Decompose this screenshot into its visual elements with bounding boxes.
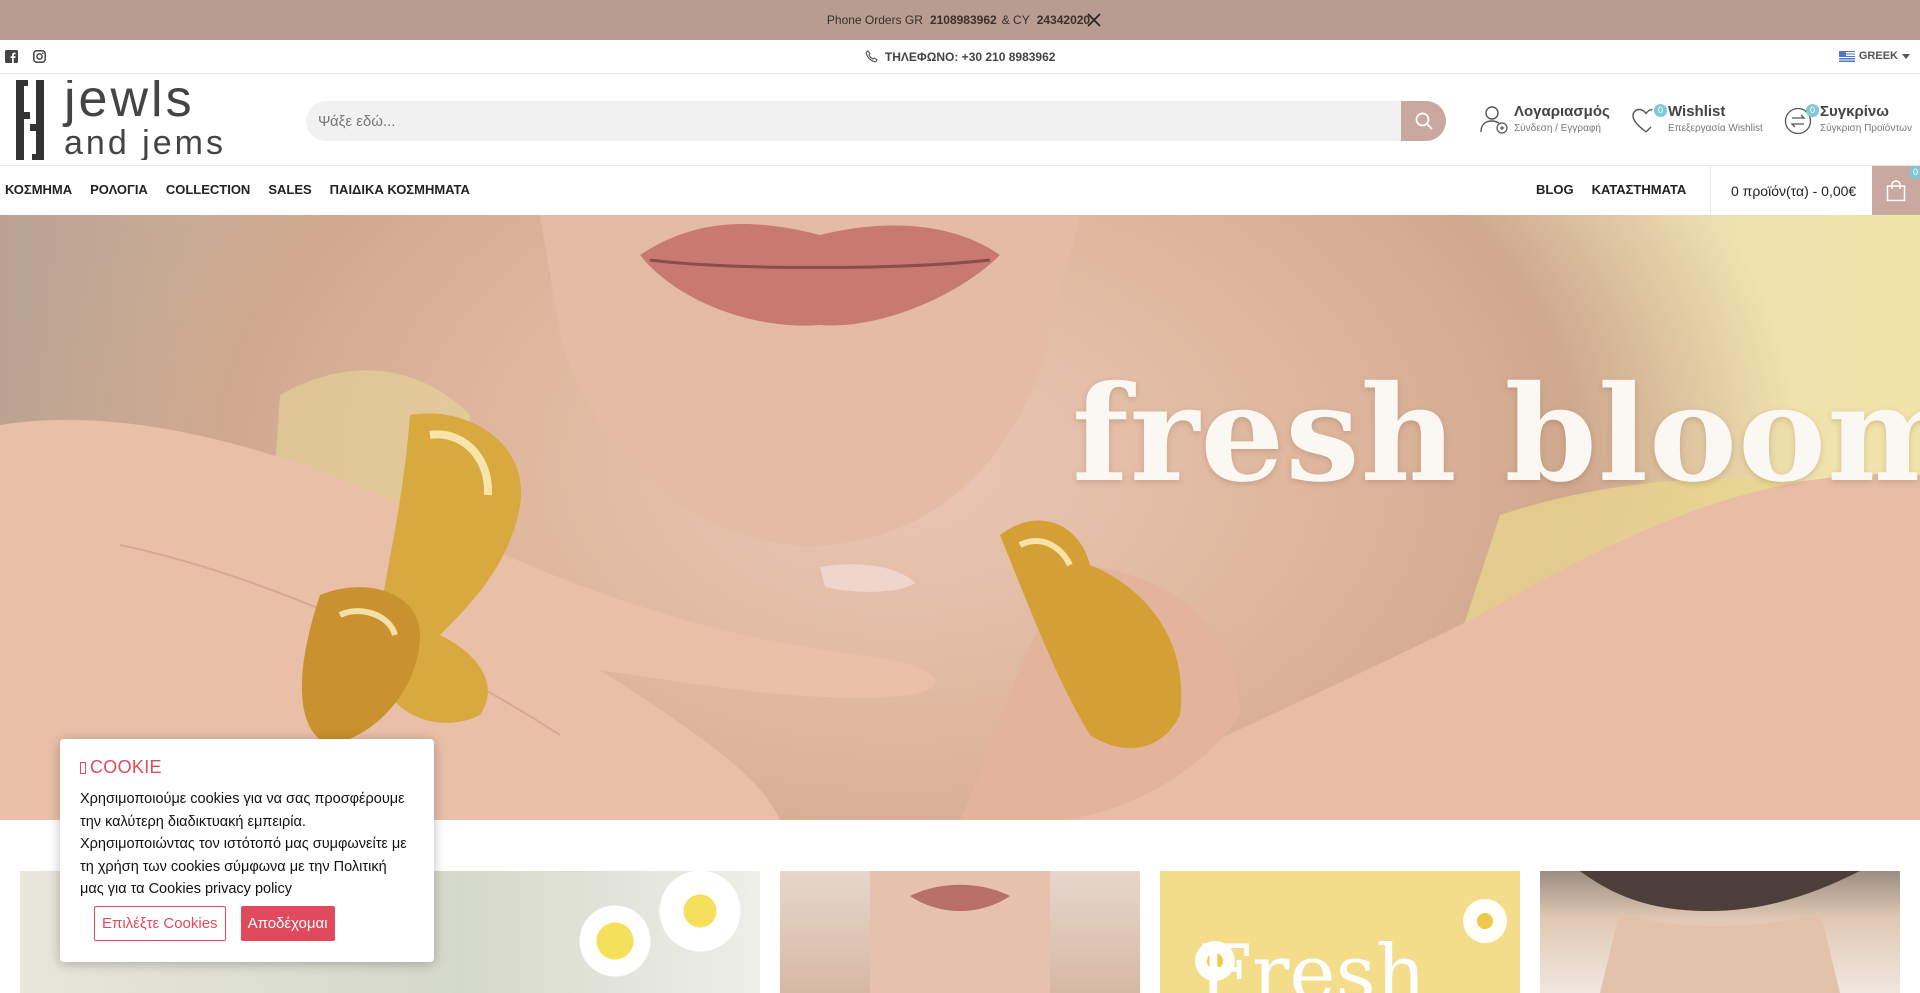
greek-flag-icon	[1838, 50, 1855, 62]
search-bar	[306, 101, 1446, 141]
cart-summary[interactable]: 0 προϊόν(τα) - 0,00€ 0	[1710, 166, 1920, 215]
account-subtitle: Σύνδεση / Εγγραφή	[1514, 123, 1601, 134]
caret-down-icon	[1902, 53, 1910, 59]
cart-total: 0 προϊόν(τα) - 0,00€	[1731, 182, 1857, 199]
choose-cookies-button[interactable]: Επιλέξτε Cookies	[94, 906, 226, 941]
compare-count-badge: 0	[1806, 104, 1819, 117]
nav-item-collection[interactable]: COLLECTION	[166, 182, 251, 197]
wishlist-count-badge: 0	[1654, 104, 1667, 117]
wishlist-link[interactable]: 0 Wishlist Επεξεργασία Wishlist	[1632, 104, 1763, 134]
logo-line1: jewls	[62, 80, 195, 128]
nav-item-blog[interactable]: BLOG	[1536, 182, 1574, 197]
hero-title: fresh blooms	[1072, 357, 1920, 512]
hero-illustration	[0, 215, 1920, 820]
close-icon[interactable]	[1086, 12, 1102, 28]
cookie-title: COOKIE	[90, 757, 162, 777]
collection-tile-4[interactable]	[1540, 871, 1900, 993]
account-title: Λογαριασμός	[1514, 103, 1610, 120]
phone-label: ΤΗΛΕΦΩΝΟ: +30 210 8983962	[884, 50, 1056, 64]
hero-banner[interactable]: fresh blooms	[0, 215, 1920, 820]
nav-right: BLOG ΚΑΤΑΣΤΗΜΑΤΑ	[1536, 182, 1686, 197]
collection-tile-2[interactable]	[780, 871, 1140, 993]
wishlist-subtitle: Επεξεργασία Wishlist	[1668, 123, 1763, 134]
promo-prefix: Phone Orders GR	[826, 13, 923, 27]
compare-subtitle: Σύγκριση Προϊόντων	[1820, 123, 1912, 134]
promo-bar: Phone Orders GR 2108983962 & CY 24342020	[0, 0, 1920, 40]
nav-item-jewelry[interactable]: ΚΟΣΜΗΜΑ	[5, 182, 72, 197]
promo-mid: & CY	[1001, 13, 1030, 27]
site-header: jewls and jems Λογαριασμός Σύνδεση / Εγγ…	[0, 74, 1920, 166]
search-input[interactable]	[306, 112, 1386, 130]
nav-item-kids-jewelry[interactable]: ΠΑΙΔΙΚΑ ΚΟΣΜΗΜΑΤΑ	[330, 182, 470, 197]
collection-tile-3[interactable]: Fresh	[1160, 871, 1520, 993]
nav-left: ΚΟΣΜΗΜΑ ΡΟΛΟΓΙΑ COLLECTION SALES ΠΑΙΔΙΚΑ…	[5, 182, 470, 197]
account-link[interactable]: Λογαριασμός Σύνδεση / Εγγραφή	[1480, 104, 1610, 134]
phone-info: ΤΗΛΕΦΩΝΟ: +30 210 8983962	[0, 50, 1920, 64]
tile-2-image	[870, 871, 1050, 993]
language-label: GREEK	[1858, 50, 1898, 62]
site-logo[interactable]: jewls and jems	[16, 80, 246, 160]
user-icon	[1480, 106, 1508, 134]
language-selector[interactable]: GREEK	[1838, 50, 1910, 62]
cookie-text: Χρησιμοποιούμε cookies για να σας προσφέ…	[80, 791, 407, 897]
nav-item-stores[interactable]: ΚΑΤΑΣΤΗΜΑΤΑ	[1592, 182, 1687, 197]
cart-count-badge: 0	[1909, 166, 1920, 179]
search-button[interactable]	[1401, 101, 1446, 141]
compare-link[interactable]: 0 Συγκρίνω Σύγκριση Προϊόντων	[1784, 103, 1912, 135]
promo-cy-number: 24342020	[1036, 13, 1091, 27]
cart-button[interactable]: 0	[1872, 166, 1920, 215]
nav-item-sales[interactable]: SALES	[268, 182, 311, 197]
compare-title: Συγκρίνω	[1820, 103, 1889, 120]
nav-item-watches[interactable]: ΡΟΛΟΓΙΑ	[90, 182, 148, 197]
utility-bar: ΤΗΛΕΦΩΝΟ: +30 210 8983962 GREEK	[0, 40, 1920, 74]
search-icon	[1415, 112, 1433, 130]
cookie-icon	[80, 761, 86, 774]
accept-cookies-button[interactable]: Αποδέχομαι	[240, 906, 335, 941]
cookie-buttons: Επιλέξτε Cookies Αποδέχομαι	[94, 906, 335, 941]
tile-3-word: Fresh	[1198, 929, 1426, 993]
logo-line2: and jems	[64, 124, 226, 160]
wishlist-title: Wishlist	[1668, 103, 1726, 120]
promo-gr-number: 2108983962	[929, 13, 997, 27]
logo-mark-icon	[16, 80, 44, 160]
main-nav: ΚΟΣΜΗΜΑ ΡΟΛΟΓΙΑ COLLECTION SALES ΠΑΙΔΙΚΑ…	[0, 166, 1920, 215]
tile-4-image	[1580, 871, 1860, 993]
shopping-bag-icon	[1886, 179, 1906, 201]
phone-icon	[865, 50, 878, 63]
cookie-consent-popup: COOKIE Χρησιμοποιούμε cookies για να σας…	[60, 739, 434, 962]
cookie-title-row: COOKIE	[80, 757, 414, 778]
